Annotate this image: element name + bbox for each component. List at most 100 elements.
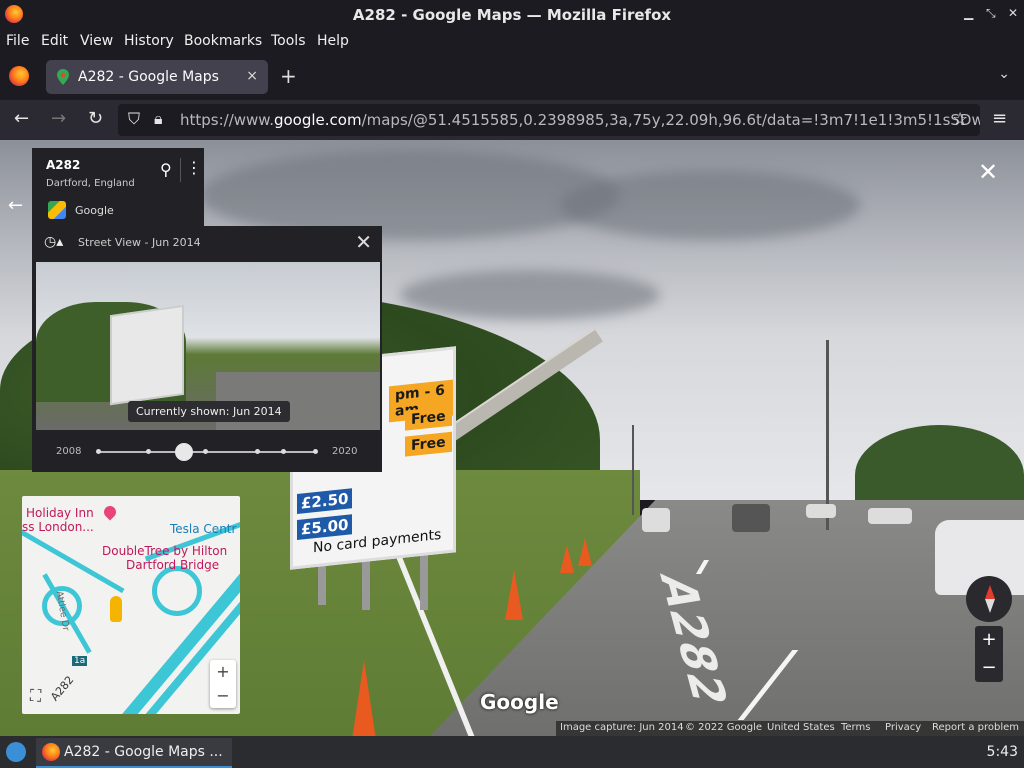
timeline-stop[interactable] [203, 449, 208, 454]
clock: 5:43 [986, 744, 1018, 760]
tab-close-icon[interactable]: × [246, 68, 258, 84]
menu-file[interactable]: File [6, 33, 29, 49]
start-menu-icon[interactable] [6, 742, 26, 762]
traffic-cone [578, 538, 592, 566]
bookmark-star-icon[interactable]: ☆ [952, 109, 968, 130]
shield-icon[interactable]: ⛉ [128, 109, 140, 129]
lamp-post [826, 340, 829, 530]
map-poi-label[interactable]: DoubleTree by Hilton [102, 544, 227, 558]
taskbar: A282 - Google Maps ... 5:43 [0, 736, 1024, 768]
tab-google-maps[interactable]: A282 - Google Maps × [46, 60, 268, 94]
lock-icon[interactable]: 🔒︎ [154, 109, 163, 129]
zoom-controls: + − [975, 626, 1003, 682]
minimap[interactable]: Holiday Inn ss London... Tesla Centr Dou… [22, 496, 240, 714]
report-problem-link[interactable]: Report a problem [932, 722, 1019, 733]
url-text: https://www.google.com/maps/@51.4515585,… [180, 111, 980, 129]
hotel-pin-icon[interactable] [101, 503, 119, 521]
google-watermark: Google [480, 690, 559, 714]
forward-icon[interactable]: → [51, 108, 66, 129]
minimap-zoom-in-button[interactable]: + [210, 660, 236, 684]
car [732, 504, 770, 532]
menu-help[interactable]: Help [317, 33, 349, 49]
url-bar[interactable]: ⛉ 🔒︎ https://www.google.com/maps/@51.451… [118, 104, 980, 136]
map-poi-label[interactable]: Holiday Inn [26, 506, 94, 520]
sign-price: £2.50 [297, 488, 353, 514]
sign-post [420, 550, 428, 610]
lamp-post [632, 425, 634, 515]
privacy-link[interactable]: Privacy [885, 722, 921, 733]
card-divider [180, 158, 181, 182]
more-options-icon[interactable]: ⋮ [186, 158, 202, 177]
cloud [560, 170, 860, 240]
map-footer: Image capture: Jun 2014 © 2022 Google Un… [556, 721, 1024, 736]
firefox-icon [42, 743, 60, 761]
time-travel-panel: ◷▴ Street View - Jun 2014 ✕ Currently sh… [32, 226, 382, 472]
history-clock-icon[interactable]: ◷▴ [44, 234, 63, 250]
maximize-icon[interactable]: ⤡ [986, 6, 996, 21]
menu-view[interactable]: View [80, 33, 113, 49]
expand-map-icon[interactable]: ⛶ [30, 686, 41, 706]
compass-icon[interactable] [966, 576, 1012, 622]
compass-south [985, 599, 995, 613]
place-title: A282 [46, 158, 81, 172]
timeline-slider-knob[interactable] [175, 443, 193, 461]
image-capture-date: Image capture: Jun 2014 [560, 722, 684, 733]
map-road-label: A282 [48, 673, 77, 704]
tab-label: A282 - Google Maps [78, 69, 219, 85]
map-poi-label[interactable]: ss London... [22, 520, 94, 534]
navigation-bar: ← → ↻ ⛉ 🔒︎ https://www.google.com/maps/@… [0, 100, 1024, 140]
car [868, 508, 912, 524]
time-travel-header: Street View - Jun 2014 [78, 236, 201, 249]
minimap-zoom-controls: + − [210, 660, 236, 708]
place-source: Google [75, 204, 114, 217]
car [806, 504, 836, 518]
taskbar-item-firefox[interactable]: A282 - Google Maps ... [36, 738, 232, 768]
tab-strip: A282 - Google Maps × + ⌄ [0, 54, 1024, 100]
reload-icon[interactable]: ↻ [88, 108, 103, 129]
location-pin-icon[interactable]: ⚲ [160, 160, 172, 179]
car [642, 508, 670, 532]
map-poi-label[interactable]: Tesla Centr [170, 522, 236, 536]
map-poi-label[interactable]: Dartford Bridge [126, 558, 219, 572]
firefox-view-icon[interactable] [9, 66, 29, 86]
zoom-out-button[interactable]: − [975, 654, 1003, 682]
menu-tools[interactable]: Tools [271, 33, 306, 49]
timeline-stop[interactable] [255, 449, 260, 454]
close-panel-icon[interactable]: ✕ [355, 230, 372, 254]
sign-free: Free [405, 431, 452, 457]
menu-history[interactable]: History [124, 33, 174, 49]
list-all-tabs-icon[interactable]: ⌄ [998, 66, 1010, 82]
menu-bar: File Edit View History Bookmarks Tools H… [0, 30, 1024, 54]
new-tab-button[interactable]: + [280, 64, 297, 88]
back-icon[interactable]: ← [14, 108, 29, 129]
currently-shown-tooltip: Currently shown: Jun 2014 [128, 401, 290, 422]
google-icon [48, 201, 66, 219]
terms-link[interactable]: Terms [841, 722, 870, 733]
menu-bookmarks[interactable]: Bookmarks [184, 33, 262, 49]
timeline-stop[interactable] [281, 449, 286, 454]
close-window-icon[interactable]: ✕ [1008, 6, 1018, 20]
map-roundabout [152, 566, 202, 616]
traffic-cone [560, 545, 574, 573]
exit-street-view-icon[interactable]: ✕ [978, 158, 998, 186]
compass-north [985, 585, 995, 599]
app-menu-icon[interactable]: ≡ [992, 108, 1007, 129]
timeline-stop[interactable] [96, 449, 101, 454]
minimap-zoom-out-button[interactable]: − [210, 684, 236, 708]
preview-sign [110, 304, 184, 406]
timeline-stop[interactable] [313, 449, 318, 454]
back-arrow-icon[interactable]: ← [8, 195, 23, 216]
country-link[interactable]: United States [767, 722, 835, 733]
traffic-cone [352, 660, 376, 736]
cloud [400, 270, 660, 320]
minimize-icon[interactable]: ▁ [964, 6, 973, 20]
copyright: © 2022 Google [685, 722, 763, 733]
menu-edit[interactable]: Edit [41, 33, 68, 49]
window-title: A282 - Google Maps — Mozilla Firefox [352, 6, 672, 24]
zoom-in-button[interactable]: + [975, 626, 1003, 654]
slider-end-year: 2020 [332, 446, 358, 457]
window-titlebar: A282 - Google Maps — Mozilla Firefox ▁ ⤡… [0, 0, 1024, 30]
pegman-icon[interactable] [110, 596, 122, 622]
google-maps-icon [57, 69, 69, 85]
timeline-stop[interactable] [146, 449, 151, 454]
